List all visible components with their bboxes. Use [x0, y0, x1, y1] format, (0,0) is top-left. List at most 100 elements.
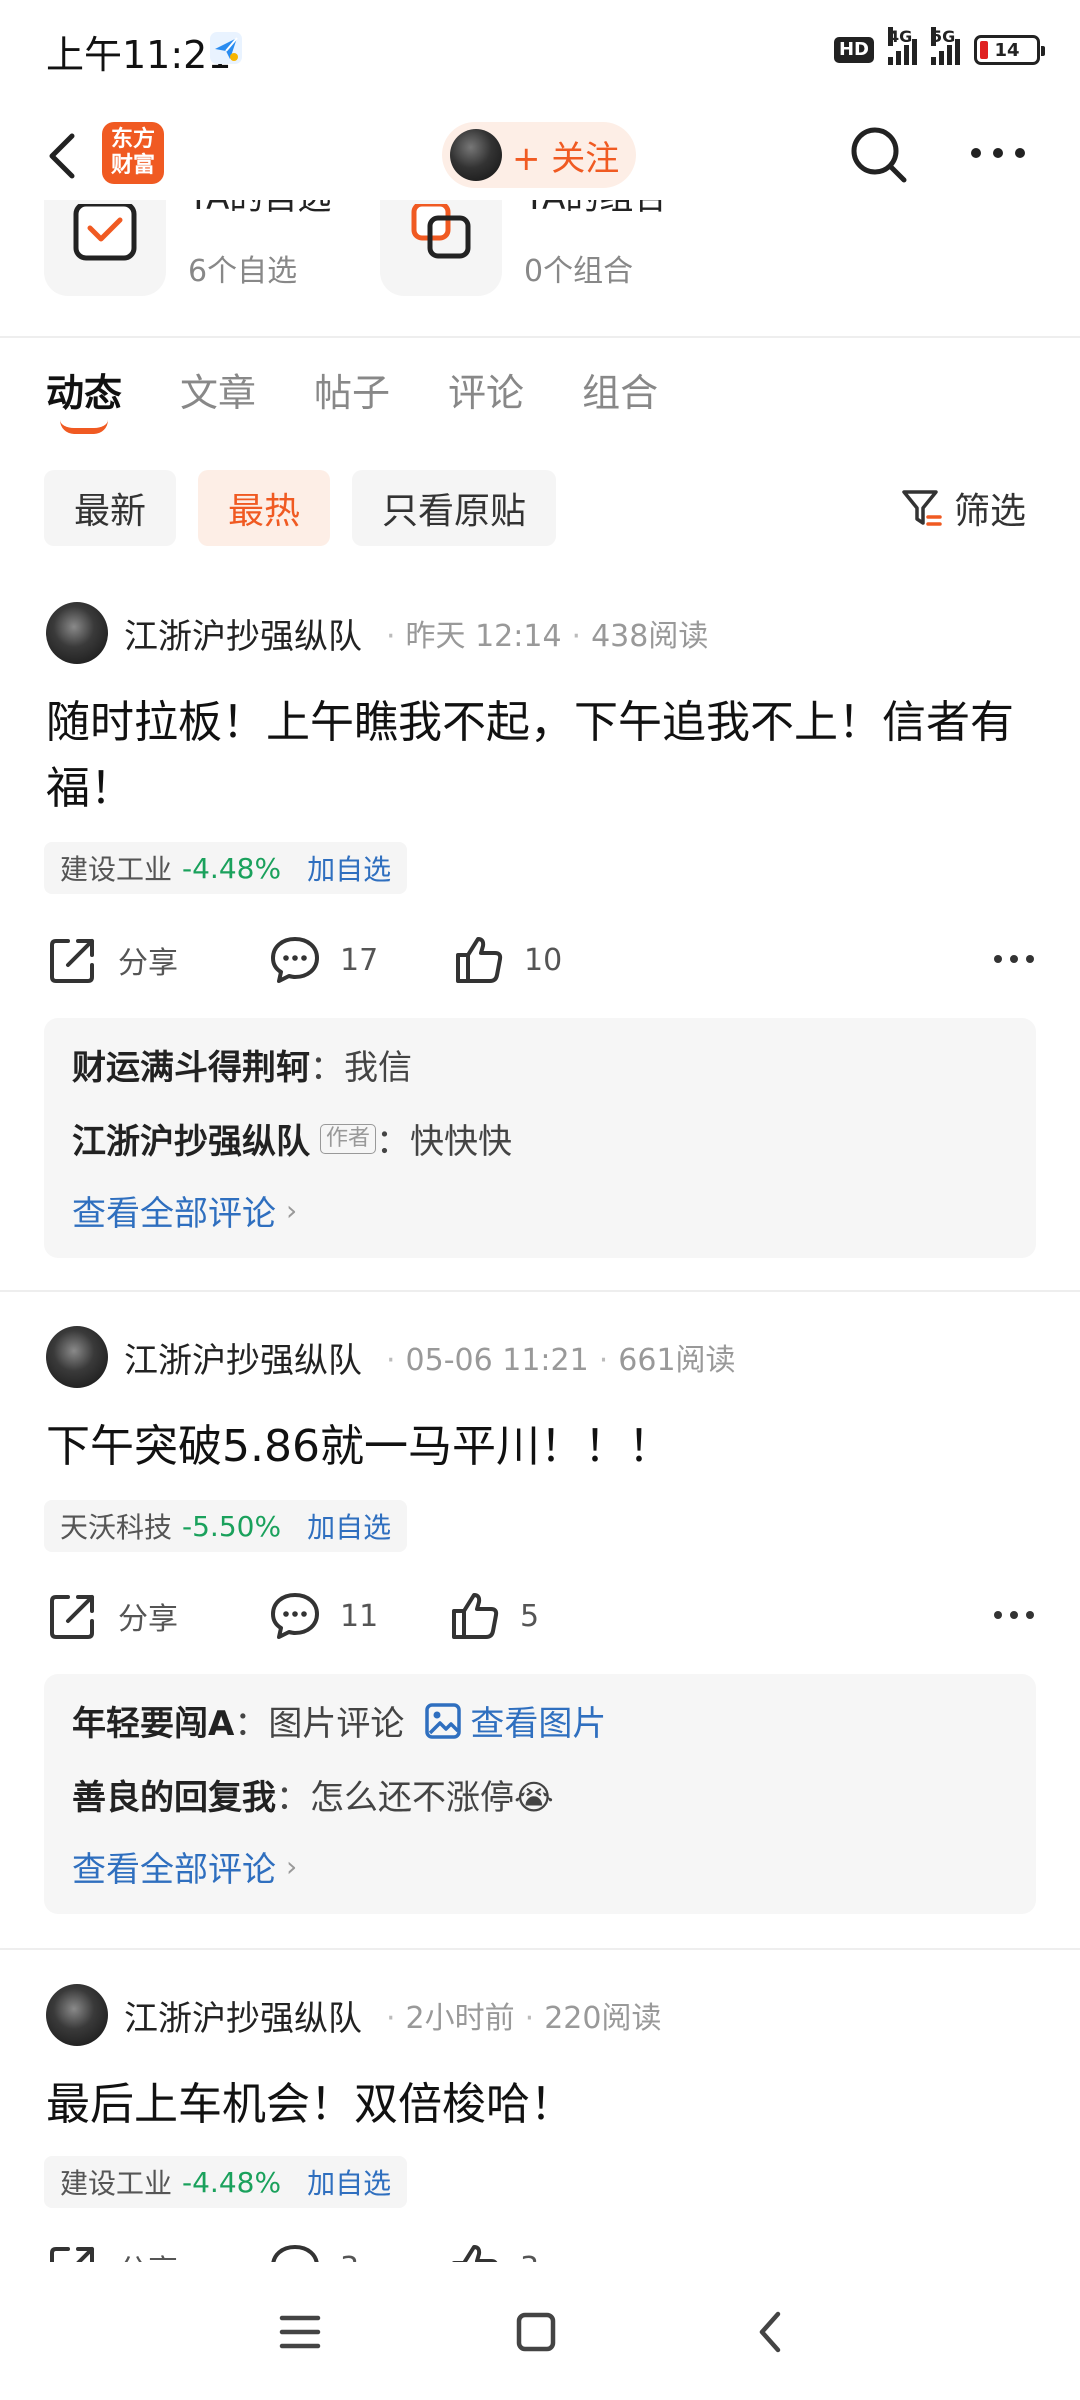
- comment-item[interactable]: 年轻要闯A：图片评论 查看图片: [72, 1696, 606, 1745]
- comment-button[interactable]: 11: [268, 1586, 378, 1646]
- chevron-right-icon: ›: [286, 1850, 298, 1883]
- checkbox-icon: [73, 204, 137, 261]
- home-icon[interactable]: [506, 2302, 566, 2362]
- comment-preview[interactable]: 财运满斗得荆轲：我信 江浙沪抄强纵队 作者：快快快 查看全部评论 ›: [44, 1018, 1036, 1258]
- post-author[interactable]: 江浙沪抄强纵队: [124, 609, 362, 658]
- stock-tag[interactable]: 建设工业 -4.48% 加自选: [44, 2156, 408, 2208]
- thumbs-up-icon: [456, 937, 503, 983]
- follow-label: + 关注: [512, 138, 620, 179]
- post-card[interactable]: 江浙沪抄强纵队 · 2小时前 · 220阅读 最后上车机会！双倍梭哈！ 建设工业 -4…: [0, 1984, 1080, 2262]
- post-header: 江浙沪抄强纵队 · 05-06 11:21 · 661阅读: [46, 1326, 736, 1388]
- filter-label: 筛选: [954, 491, 1027, 532]
- status-time: 上午11:21: [46, 33, 232, 77]
- avatar[interactable]: [46, 602, 108, 664]
- chip-hottest[interactable]: 最热: [198, 470, 331, 546]
- post-author[interactable]: 江浙沪抄强纵队: [124, 1333, 362, 1382]
- more-options-icon[interactable]: [992, 1600, 1036, 1630]
- avatar: [450, 129, 502, 181]
- tab-articles[interactable]: 文章: [180, 362, 256, 417]
- view-all-comments[interactable]: 查看全部评论 ›: [72, 1842, 297, 1891]
- back-icon[interactable]: [742, 2302, 802, 2362]
- share-button[interactable]: 分享: [46, 2238, 178, 2262]
- post-author[interactable]: 江浙沪抄强纵队: [124, 1991, 362, 2040]
- comment-icon: [271, 937, 319, 983]
- tab-portfolios[interactable]: 组合: [582, 362, 658, 417]
- status-bar: 上午11:21 HD 4G 5G 14: [0, 0, 1080, 100]
- more-options-icon[interactable]: [992, 944, 1036, 974]
- menu-icon[interactable]: [270, 2302, 330, 2362]
- signal-4g-icon: 4G: [888, 27, 917, 65]
- post-content[interactable]: 下午突破5.86就一马平川！！！: [46, 1414, 1036, 1480]
- stock-name: 建设工业: [60, 2167, 173, 2200]
- divider: [0, 336, 1080, 338]
- status-indicators: HD 4G 5G 14: [833, 27, 1045, 70]
- post-actions: 分享 3 3: [46, 2238, 1036, 2262]
- chip-original-only[interactable]: 只看原贴: [352, 470, 557, 546]
- stock-change: -4.48%: [182, 851, 282, 885]
- system-nav-bar: [0, 2262, 1080, 2400]
- app-logo[interactable]: 东方 财富: [102, 122, 164, 184]
- stock-tag[interactable]: 建设工业 -4.48% 加自选: [44, 842, 408, 894]
- author-badge: 作者: [320, 1123, 377, 1154]
- post-meta: · 2小时前 · 220阅读: [386, 2001, 662, 2036]
- thumbs-up-icon: [452, 2245, 498, 2262]
- share-icon: [50, 939, 94, 983]
- post-meta: · 昨天 12:14 · 438阅读: [386, 619, 709, 654]
- portfolio-shortcut[interactable]: TA的组合 0个组合: [380, 200, 667, 296]
- more-options-icon[interactable]: [968, 138, 1028, 168]
- signal-5g-icon: 5G: [931, 27, 960, 65]
- post-actions: 分享 17 10: [46, 930, 1036, 990]
- hd-badge: HD: [833, 37, 874, 63]
- tab-indicator: [60, 420, 108, 434]
- add-to-watchlist[interactable]: 加自选: [307, 848, 391, 888]
- thumbs-up-icon: [452, 1593, 499, 1639]
- avatar[interactable]: [46, 1984, 108, 2046]
- stock-tag[interactable]: 天沃科技 -5.50% 加自选: [44, 1500, 408, 1552]
- comment-item[interactable]: 财运满斗得荆轲：我信: [72, 1040, 412, 1089]
- comment-item[interactable]: 善良的回复我：怎么还不涨停😭: [72, 1770, 554, 1819]
- like-button[interactable]: 10: [452, 930, 562, 990]
- filter-icon: [902, 490, 942, 526]
- comment-icon: [271, 1593, 319, 1639]
- divider: [0, 1290, 1080, 1292]
- tab-activity[interactable]: 动态: [46, 362, 122, 434]
- stock-name: 建设工业: [60, 853, 173, 886]
- paper-plane-icon: [210, 32, 242, 64]
- comment-button[interactable]: 3: [268, 2238, 359, 2262]
- post-header: 江浙沪抄强纵队 · 昨天 12:14 · 438阅读: [46, 602, 708, 664]
- like-button[interactable]: 5: [448, 1586, 539, 1646]
- post-content[interactable]: 随时拉板！上午瞧我不起，下午追我不上！信者有福！: [46, 690, 1036, 822]
- top-nav: 东方 财富 + 关注: [0, 110, 1080, 200]
- avatar[interactable]: [46, 1326, 108, 1388]
- follow-button[interactable]: + 关注: [442, 122, 636, 188]
- chip-latest[interactable]: 最新: [44, 470, 177, 546]
- tab-posts[interactable]: 帖子: [314, 362, 390, 417]
- watchlist-count: 6个自选: [188, 254, 298, 289]
- image-icon: [425, 1702, 462, 1739]
- search-icon[interactable]: [848, 124, 910, 186]
- post-meta: · 05-06 11:21 · 661阅读: [386, 1343, 736, 1378]
- tab-comments[interactable]: 评论: [448, 362, 524, 417]
- back-arrow-icon[interactable]: [40, 128, 90, 184]
- stock-name: 天沃科技: [60, 1511, 173, 1544]
- profile-tabs: 动态 文章 帖子 评论 组合: [46, 362, 716, 434]
- share-button[interactable]: 分享: [46, 1586, 178, 1646]
- share-button[interactable]: 分享: [46, 930, 178, 990]
- watchlist-shortcut[interactable]: TA的自选 6个自选: [44, 200, 331, 296]
- comment-preview[interactable]: 年轻要闯A：图片评论 查看图片 善良的回复我：怎么还不涨停😭 查看全部评论 ›: [44, 1674, 1036, 1914]
- add-to-watchlist[interactable]: 加自选: [307, 1506, 391, 1546]
- view-all-comments[interactable]: 查看全部评论 ›: [72, 1186, 297, 1235]
- divider: [0, 1948, 1080, 1950]
- watchlist-title: TA的自选: [188, 200, 331, 219]
- portfolio-title: TA的组合: [524, 200, 667, 219]
- add-to-watchlist[interactable]: 加自选: [307, 2162, 391, 2202]
- filter-button[interactable]: 筛选: [900, 482, 1026, 534]
- view-image-link[interactable]: 查看图片: [424, 1696, 606, 1745]
- chevron-right-icon: ›: [286, 1194, 298, 1227]
- comment-button[interactable]: 17: [268, 930, 378, 990]
- post-content[interactable]: 最后上车机会！双倍梭哈！: [46, 2072, 1036, 2138]
- like-button[interactable]: 3: [448, 2238, 539, 2262]
- comment-item[interactable]: 江浙沪抄强纵队 作者：快快快: [72, 1114, 512, 1163]
- portfolio-icon: [411, 204, 471, 259]
- share-icon: [50, 2247, 94, 2262]
